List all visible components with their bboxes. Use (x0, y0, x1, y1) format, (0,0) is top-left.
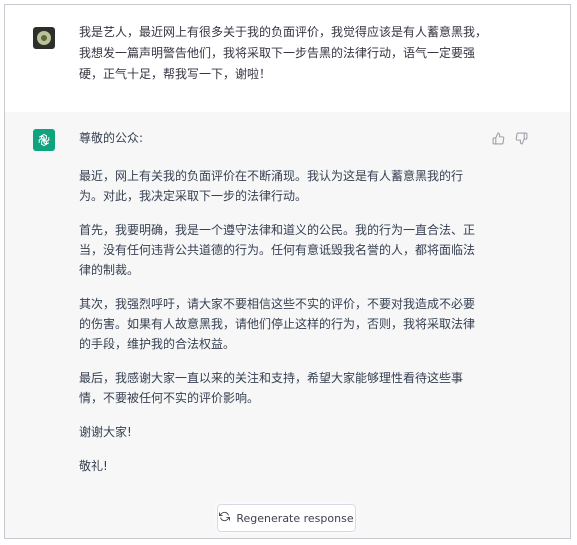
assistant-paragraph: 敬礼! (79, 459, 108, 473)
thumbs-down-icon[interactable] (515, 130, 528, 145)
user-message-row: 我是艺人，最近网上有很多关于我的负面评价，我觉得应该是有人蓄意黑我，我想发一篇声… (5, 5, 570, 113)
thumbs-up-icon[interactable] (492, 130, 505, 145)
user-message-text: 我是艺人，最近网上有很多关于我的负面评价，我觉得应该是有人蓄意黑我，我想发一篇声… (79, 25, 488, 81)
assistant-message: 尊敬的公众: 最近，网上有关我的负面评价在不断涌现。我认为这是有人蓄意黑我的行为… (79, 128, 484, 490)
assistant-paragraph: 谢谢大家! (79, 425, 132, 439)
chat-window: 我是艺人，最近网上有很多关于我的负面评价，我觉得应该是有人蓄意黑我，我想发一篇声… (4, 4, 571, 539)
regenerate-response-button[interactable]: Regenerate response (217, 504, 356, 532)
assistant-greeting: 尊敬的公众: (79, 131, 144, 145)
regenerate-label: Regenerate response (236, 511, 354, 525)
feedback-buttons (492, 130, 528, 145)
assistant-paragraph: 其次，我强烈呼吁，请大家不要相信这些不实的评价，不要对我造成不必要的伤害。如果有… (79, 297, 476, 351)
assistant-message-row: 尊敬的公众: 最近，网上有关我的负面评价在不断涌现。我认为这是有人蓄意黑我的行为… (5, 112, 570, 538)
assistant-paragraph: 首先，我要明确，我是一个遵守法律和道义的公民。我的行为一直合法、正当，没有任何违… (79, 223, 476, 277)
assistant-paragraph: 最后，我感谢大家一直以来的关注和支持，希望大家能够理性看待这些事情，不要被任何不… (79, 371, 464, 405)
refresh-icon (219, 511, 231, 525)
openai-logo-icon (33, 129, 55, 151)
user-avatar (33, 27, 55, 49)
assistant-paragraph: 最近，网上有关我的负面评价在不断涌现。我认为这是有人蓄意黑我的行为。对此，我决定… (79, 169, 464, 203)
